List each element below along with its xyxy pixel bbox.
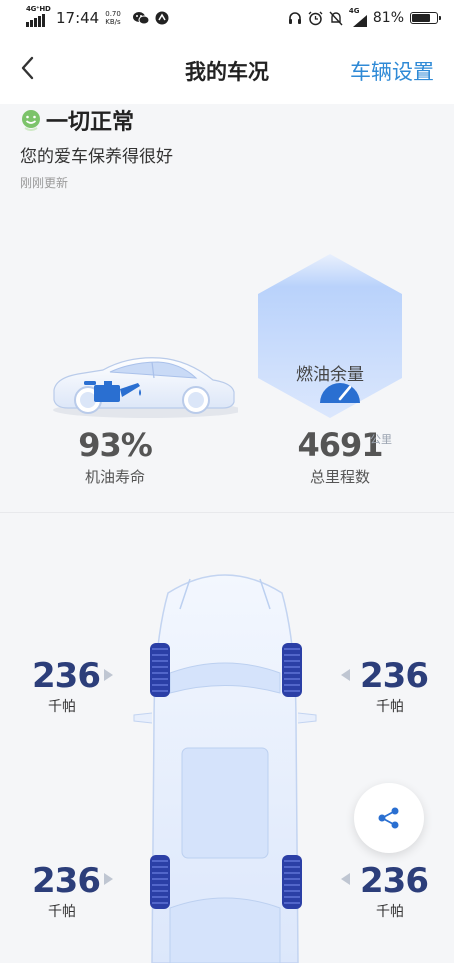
tire-pressure-front-right: 236 千帕: [360, 656, 429, 716]
network-right-label: 4G: [348, 7, 360, 15]
oil-can-icon: [84, 381, 141, 402]
pressure-value: 236: [32, 656, 101, 696]
tire-rear-right-icon: [282, 855, 302, 909]
wechat-icon: [133, 12, 150, 25]
status-bar: 4G⁺HD 17:44 0.70 KB/s 4G 81%: [0, 0, 454, 36]
headphones-icon: [288, 12, 301, 24]
battery-icon: [410, 12, 441, 24]
tire-front-right-icon: [282, 643, 302, 697]
tire-pressure-front-left: 236 千帕: [32, 656, 101, 716]
pointer-arrow-icon: [104, 669, 113, 681]
signal-indicator: 4G⁺HD: [26, 5, 51, 27]
tire-rear-left-icon: [150, 855, 170, 909]
net-speed-unit: KB/s: [105, 18, 121, 26]
oil-life-label: 机油寿命: [84, 468, 145, 486]
signal-triangle-icon: [352, 15, 367, 27]
share-button[interactable]: [354, 783, 424, 853]
app-header: 我的车况 车辆设置: [0, 36, 454, 104]
car-top-illustration: [133, 574, 317, 963]
signal-bars-icon: [26, 13, 48, 27]
pressure-unit: 千帕: [48, 699, 76, 715]
network-label: 4G⁺HD: [26, 5, 51, 13]
mileage-unit: 公里: [370, 433, 392, 446]
tire-pressure-section: 236 千帕 236 千帕 236 千帕 236 千帕: [0, 513, 454, 963]
status-row: 一切正常: [20, 104, 134, 136]
oil-life-value: 93%: [78, 426, 153, 464]
oil-life-stat[interactable]: 93% 机油寿命: [60, 426, 170, 487]
net-speed-value: 0.70: [105, 10, 121, 18]
tire-pressure-rear-left: 236 千帕: [32, 861, 101, 921]
pointer-arrow-icon: [341, 873, 350, 885]
updated-time: 刚刚更新: [20, 176, 69, 190]
vehicle-settings-button[interactable]: 车辆设置: [350, 56, 434, 86]
pressure-value: 236: [32, 861, 101, 901]
pressure-unit: 千帕: [376, 904, 404, 920]
battery-fill: [412, 14, 430, 22]
app-notification-icon: [155, 11, 169, 25]
smile-icon: [22, 110, 40, 131]
status-description: 您的爱车保养得很好: [20, 147, 173, 167]
pressure-unit: 千帕: [48, 904, 76, 920]
4g-signal-icon: 4G: [348, 7, 367, 27]
status-title: 一切正常: [46, 110, 135, 135]
speedometer-icon: [320, 383, 360, 403]
status-bar-right: 4G 81%: [288, 7, 441, 27]
tire-front-left-icon: [150, 643, 170, 697]
pointer-arrow-icon: [341, 669, 350, 681]
share-icon: [378, 807, 399, 829]
pressure-value: 236: [360, 861, 429, 901]
battery-percent: 81%: [372, 10, 404, 26]
net-speed: 0.70 KB/s: [105, 10, 127, 26]
alarm-icon: [308, 11, 323, 25]
tire-pressure-rear-right: 236 千帕: [360, 861, 429, 921]
status-bar-left: 4G⁺HD 17:44 0.70 KB/s: [26, 5, 169, 27]
pointer-arrow-icon: [104, 873, 113, 885]
condition-summary: 一切正常 您的爱车保养得很好 刚刚更新 燃油余量 93% 机油寿命 4691 总…: [0, 100, 454, 510]
pressure-value: 236: [360, 656, 429, 696]
mute-icon: [329, 11, 343, 25]
clock: 17:44: [56, 9, 100, 27]
pressure-unit: 千帕: [376, 699, 404, 715]
mileage-label: 总里程数: [309, 468, 370, 486]
